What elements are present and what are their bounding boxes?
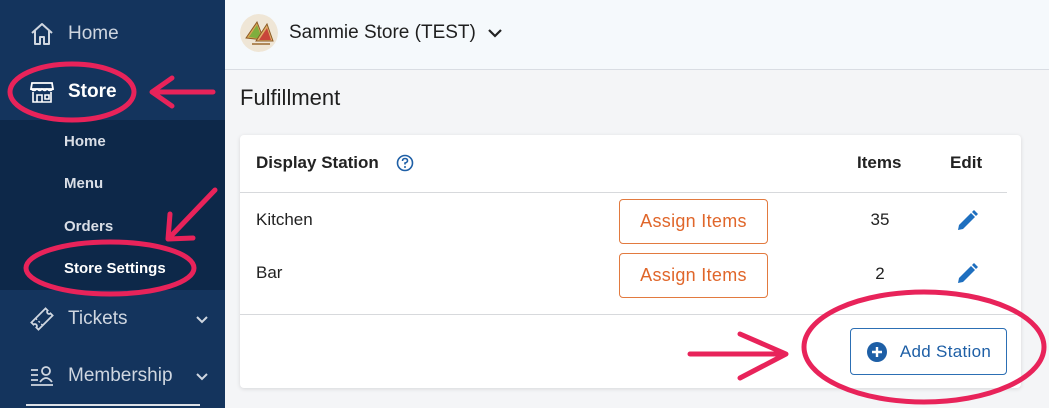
subnav-item-store-settings[interactable]: Store Settings: [64, 260, 166, 277]
add-station-button[interactable]: Add Station: [850, 328, 1007, 375]
sidebar-item-tickets[interactable]: Tickets: [0, 291, 225, 347]
plus-circle-icon: [866, 341, 888, 363]
header-divider: [240, 192, 1007, 193]
assign-items-button[interactable]: Assign Items: [619, 253, 768, 298]
store-subnav: Home Menu Orders Store Settings: [0, 120, 225, 290]
item-count: 35: [870, 210, 890, 229]
home-icon: [28, 20, 56, 48]
help-icon[interactable]: [396, 154, 414, 177]
edit-pencil-icon[interactable]: [954, 208, 980, 239]
sidebar-item-home[interactable]: Home: [0, 6, 225, 62]
footer-divider: [240, 314, 1021, 315]
membership-icon: [28, 362, 56, 390]
item-count: 2: [875, 264, 885, 283]
assign-items-button[interactable]: Assign Items: [619, 199, 768, 244]
station-name: Kitchen: [256, 210, 313, 229]
subnav-item-menu[interactable]: Menu: [64, 175, 103, 192]
store-icon: [28, 78, 56, 106]
sidebar-item-label: Membership: [68, 365, 173, 386]
edit-pencil-icon[interactable]: [954, 261, 980, 292]
subnav-item-home[interactable]: Home: [64, 133, 106, 150]
chevron-down-icon: [195, 366, 209, 388]
sidebar: Home Store Home Menu Orders Store Settin…: [0, 0, 225, 408]
column-header-station: Display Station: [256, 153, 379, 172]
sidebar-item-membership[interactable]: Membership: [0, 348, 225, 404]
add-station-label: Add Station: [899, 341, 992, 361]
stations-card: Display Station Items Edit Kitchen Assig…: [240, 135, 1021, 388]
chevron-down-icon: [195, 309, 209, 331]
sidebar-item-store[interactable]: Store: [0, 64, 225, 120]
sidebar-item-label: Home: [68, 23, 119, 44]
column-header-edit: Edit: [950, 153, 983, 172]
station-name: Bar: [256, 263, 283, 282]
sidebar-divider: [26, 404, 200, 406]
subnav-item-orders[interactable]: Orders: [64, 218, 113, 235]
sidebar-item-label: Store: [68, 81, 117, 102]
store-avatar: [240, 14, 278, 52]
chevron-down-icon[interactable]: [487, 26, 503, 44]
store-name[interactable]: Sammie Store (TEST): [289, 22, 476, 44]
column-header-items: Items: [857, 153, 902, 172]
ticket-icon: [28, 305, 56, 333]
sidebar-item-label: Tickets: [68, 308, 128, 329]
page-title: Fulfillment: [240, 85, 341, 110]
top-header: Sammie Store (TEST): [225, 0, 1049, 70]
